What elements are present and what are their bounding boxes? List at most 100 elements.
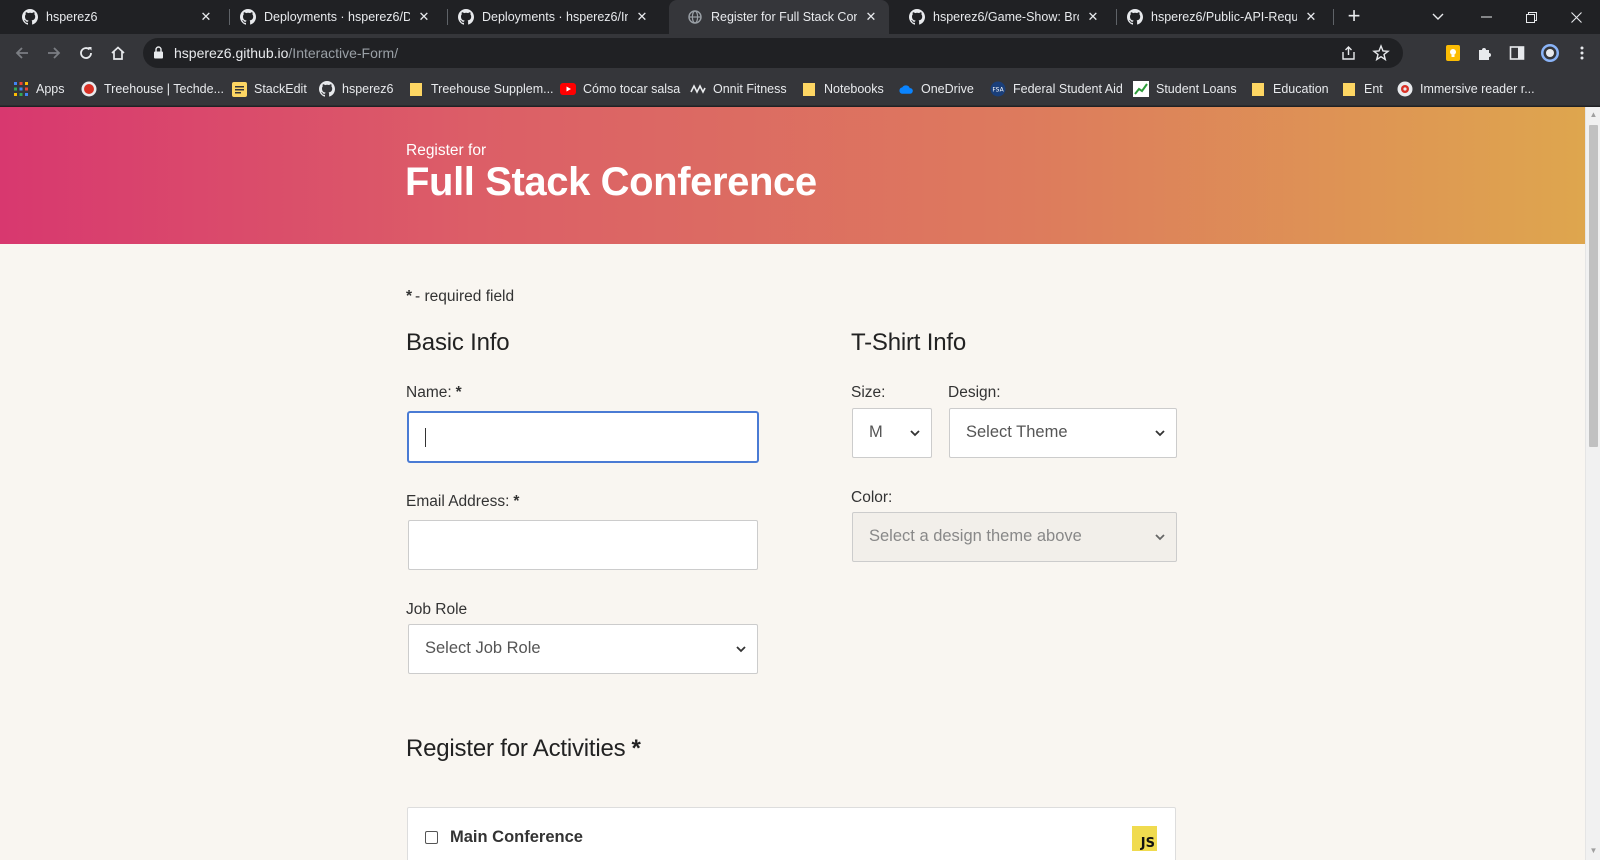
bookmark-salsa[interactable]: Cómo tocar salsa: [560, 80, 680, 98]
back-arrow-icon[interactable]: [9, 41, 35, 65]
required-star: *: [513, 493, 520, 510]
required-star: *: [455, 384, 462, 401]
bookmark-treehouse[interactable]: Treehouse | Techde...: [81, 80, 224, 98]
main-conference-label[interactable]: Main Conference: [450, 828, 583, 847]
kebab-menu-icon[interactable]: [1573, 44, 1591, 62]
bookmark-hsperez6[interactable]: hsperez6: [319, 80, 393, 98]
github-icon: [909, 9, 925, 25]
bookmark-label: Ent: [1364, 82, 1383, 96]
close-icon[interactable]: ✕: [863, 9, 879, 25]
side-panel-icon[interactable]: [1508, 44, 1526, 62]
keep-extension-icon[interactable]: [1444, 44, 1462, 62]
github-icon: [22, 9, 38, 25]
browser-tab-active[interactable]: Register for Full Stack Confer ✕: [669, 0, 889, 34]
chevron-down-icon: [910, 430, 920, 437]
browser-tab[interactable]: Deployments · hsperez6/Inter ✕: [440, 0, 660, 34]
globe-icon: [687, 9, 703, 25]
close-icon[interactable]: ✕: [1085, 9, 1101, 25]
close-icon[interactable]: ✕: [198, 9, 214, 25]
bookmark-label: StackEdit: [254, 82, 307, 96]
name-label: Name: *: [406, 384, 462, 402]
close-icon[interactable]: ✕: [1303, 9, 1319, 25]
immersive-reader-icon: [1397, 81, 1413, 97]
github-icon: [458, 9, 474, 25]
bookmark-onnit[interactable]: Onnit Fitness: [690, 80, 787, 98]
tab-strip: hsperez6 ✕ Deployments · hsperez6/Data ✕…: [0, 0, 1600, 34]
bookmark-immersive-reader[interactable]: Immersive reader r...: [1397, 80, 1535, 98]
job-role-select[interactable]: Select Job Role: [408, 624, 758, 674]
url-host: hsperez6.github.io: [174, 45, 289, 61]
home-icon[interactable]: [105, 41, 131, 65]
extensions-puzzle-icon[interactable]: [1476, 44, 1494, 62]
color-select[interactable]: Select a design theme above: [852, 512, 1177, 562]
bookmark-star-icon[interactable]: [1372, 44, 1390, 62]
url-text: hsperez6.github.io/Interactive-Form/: [174, 45, 398, 61]
onnit-icon: [690, 81, 706, 97]
profile-avatar-icon[interactable]: [1540, 43, 1560, 63]
close-window-icon[interactable]: [1560, 0, 1592, 34]
bookmark-apps[interactable]: Apps: [13, 80, 65, 98]
new-tab-plus-icon[interactable]: +: [1343, 5, 1365, 28]
page-viewport: Register for Full Stack Conference * - re…: [0, 107, 1585, 860]
browser-toolbar: hsperez6.github.io/Interactive-Form/: [0, 34, 1600, 72]
color-selected: Select a design theme above: [869, 527, 1082, 545]
github-icon: [240, 9, 256, 25]
svg-text:FSA: FSA: [992, 87, 1004, 94]
close-icon[interactable]: ✕: [416, 9, 432, 25]
apps-grid-icon: [13, 81, 29, 97]
activities-heading: Register for Activities *: [406, 735, 641, 763]
scroll-down-arrow-icon[interactable]: ▼: [1589, 846, 1598, 855]
color-label: Color:: [851, 489, 893, 506]
chevron-down-icon: [736, 646, 746, 653]
close-icon[interactable]: ✕: [634, 9, 650, 25]
url-path: /Interactive-Form/: [288, 45, 399, 61]
bookmark-label: Treehouse Supplem...: [431, 82, 554, 96]
restore-icon[interactable]: [1515, 0, 1547, 34]
tab-search-chevron-icon[interactable]: [1422, 0, 1454, 34]
bookmark-fsa[interactable]: FSA Federal Student Aid: [990, 80, 1123, 98]
bookmark-onedrive[interactable]: OneDrive: [898, 80, 974, 98]
onedrive-icon: [898, 81, 914, 97]
scrollbar-thumb[interactable]: [1589, 125, 1598, 447]
github-icon: [1127, 9, 1143, 25]
bookmark-education[interactable]: Education: [1250, 80, 1329, 98]
folder-icon: [801, 81, 817, 97]
chevron-down-icon: [1155, 430, 1165, 437]
bookmark-treehouse-supplements[interactable]: Treehouse Supplem...: [408, 80, 554, 98]
email-input[interactable]: [408, 520, 758, 570]
main-conference-checkbox[interactable]: [425, 831, 438, 844]
browser-tab[interactable]: hsperez6/Public-API-Reques ✕: [1109, 0, 1329, 34]
js-icon: JS: [1132, 826, 1157, 851]
tab-title: hsperez6: [46, 10, 98, 24]
minimize-icon[interactable]: [1470, 0, 1502, 34]
design-label: Design:: [948, 384, 1001, 401]
bookmark-label: OneDrive: [921, 82, 974, 96]
page-scrollbar[interactable]: ▲ ▼: [1585, 107, 1600, 860]
required-star: *: [406, 288, 413, 305]
bookmark-ent[interactable]: Ent: [1341, 80, 1383, 98]
forward-arrow-icon[interactable]: [41, 41, 67, 65]
fsa-icon: FSA: [990, 81, 1006, 97]
youtube-icon: [560, 81, 576, 97]
tab-title: Register for Full Stack Confer: [711, 10, 857, 24]
bookmark-label: Federal Student Aid: [1013, 82, 1123, 96]
bookmark-student-loans[interactable]: Student Loans: [1133, 80, 1237, 98]
browser-tab[interactable]: Deployments · hsperez6/Data ✕: [222, 0, 442, 34]
lock-icon[interactable]: [153, 46, 164, 64]
browser-tab[interactable]: hsperez6/Game-Show: Brows ✕: [891, 0, 1111, 34]
bookmark-notebooks[interactable]: Notebooks: [801, 80, 884, 98]
size-selected: M: [869, 423, 883, 441]
bookmark-label: hsperez6: [342, 82, 394, 96]
scroll-up-arrow-icon[interactable]: ▲: [1589, 110, 1598, 119]
address-bar[interactable]: hsperez6.github.io/Interactive-Form/: [143, 38, 1403, 68]
reload-icon[interactable]: [73, 41, 99, 65]
browser-tab[interactable]: hsperez6 ✕: [4, 0, 224, 34]
size-select[interactable]: M: [852, 408, 932, 458]
name-label-text: Name:: [406, 384, 452, 401]
share-icon[interactable]: [1340, 44, 1358, 62]
name-input[interactable]: [408, 412, 758, 462]
bookmark-stackedit[interactable]: StackEdit: [231, 80, 307, 98]
design-select[interactable]: Select Theme: [949, 408, 1177, 458]
job-role-label: Job Role: [406, 601, 468, 618]
page-header: Register for Full Stack Conference: [0, 107, 1585, 244]
